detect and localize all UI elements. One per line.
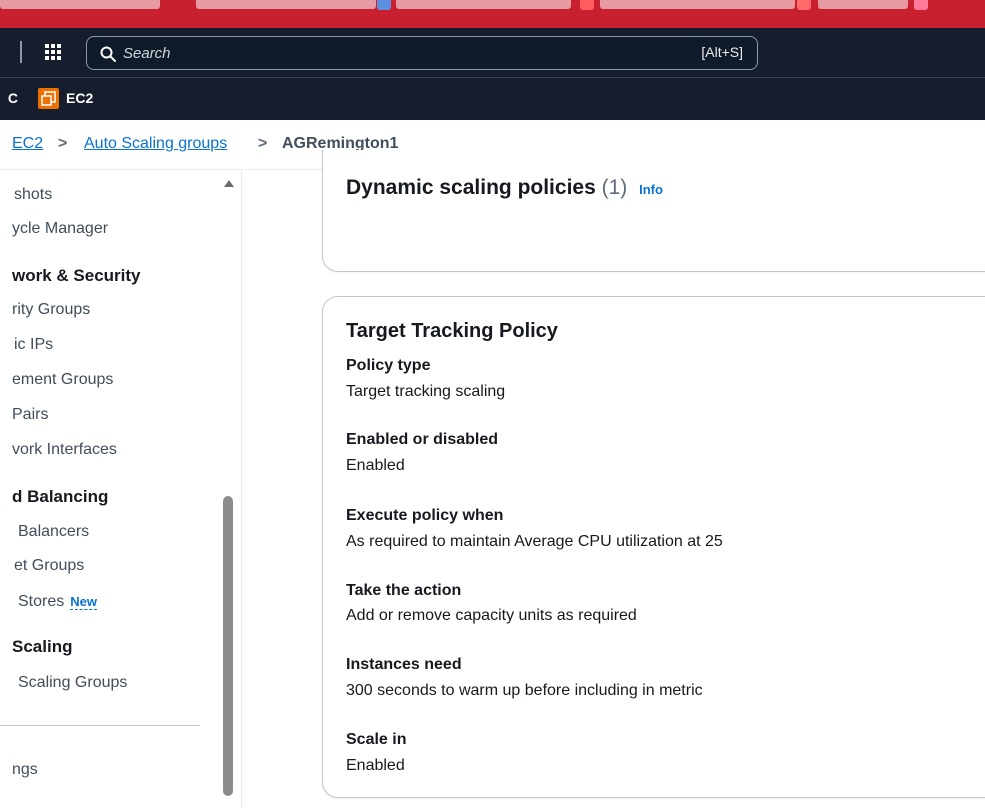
service-favorites-bar: C EC2 xyxy=(0,78,985,120)
field-label-scale-in: Scale in xyxy=(346,731,407,748)
sidebar-item-network-interfaces[interactable]: vork Interfaces xyxy=(12,441,117,459)
sidebar-item-target-groups[interactable]: et Groups xyxy=(14,557,84,575)
browser-tab[interactable] xyxy=(0,0,160,9)
field-value-instances-need: 300 seconds to warm up before including … xyxy=(346,682,703,699)
field-value-execute-policy-when: As required to maintain Average CPU util… xyxy=(346,533,723,550)
sidebar-item-settings[interactable]: ngs xyxy=(12,761,38,779)
apps-grid-icon[interactable] xyxy=(44,43,62,61)
sidebar-item-label[interactable]: Stores xyxy=(18,593,64,610)
policy-card-title: Target Tracking Policy xyxy=(346,320,558,342)
sidebar-item-security-groups[interactable]: rity Groups xyxy=(12,301,90,319)
sidebar-item-elastic-ips[interactable]: ic IPs xyxy=(14,336,53,354)
breadcrumb-separator: > xyxy=(58,135,68,152)
sidebar-divider xyxy=(0,725,200,726)
dynamic-scaling-policies-panel xyxy=(322,150,985,272)
ec2-icon[interactable] xyxy=(38,88,59,109)
sidebar-item-trust-stores[interactable]: Stores New xyxy=(18,593,97,611)
browser-tab-favicon xyxy=(377,0,391,10)
side-navigation: shots ycle Manager work & Security rity … xyxy=(0,170,242,808)
field-label-take-the-action: Take the action xyxy=(346,582,462,599)
browser-tab[interactable] xyxy=(600,0,795,9)
new-badge[interactable]: New xyxy=(70,594,97,610)
sidebar-item-load-balancers[interactable]: Balancers xyxy=(18,523,89,541)
policy-count: (1) xyxy=(601,176,628,199)
field-label-instances-need: Instances need xyxy=(346,656,462,673)
breadcrumb-auto-scaling-groups[interactable]: Auto Scaling groups xyxy=(84,135,227,153)
favorite-service-label[interactable]: C xyxy=(0,90,18,106)
sidebar-section-auto-scaling[interactable]: Scaling xyxy=(12,637,72,657)
browser-tab[interactable] xyxy=(396,0,571,9)
dynamic-scaling-policies-heading: Dynamic scaling policies (1) Info xyxy=(346,176,663,200)
browser-tab[interactable] xyxy=(818,0,908,9)
sidebar-section-network-security[interactable]: work & Security xyxy=(12,266,141,286)
search-input[interactable] xyxy=(123,37,623,69)
field-value-enabled: Enabled xyxy=(346,457,405,474)
console-top-bar: [Alt+S] xyxy=(0,28,985,78)
field-label-policy-type: Policy type xyxy=(346,357,431,374)
ec2-service-link[interactable]: EC2 xyxy=(66,90,93,106)
search-icon xyxy=(100,46,116,62)
field-label-enabled: Enabled or disabled xyxy=(346,431,499,448)
sidebar-scrollbar[interactable] xyxy=(220,170,236,808)
divider xyxy=(20,41,22,63)
section-title: Dynamic scaling policies xyxy=(346,176,596,199)
search-box[interactable]: [Alt+S] xyxy=(86,36,758,70)
field-label-execute-policy-when: Execute policy when xyxy=(346,507,504,524)
field-value-take-the-action: Add or remove capacity units as required xyxy=(346,607,637,624)
sidebar-section-load-balancing[interactable]: d Balancing xyxy=(12,487,108,507)
browser-tab-favicon xyxy=(797,0,811,10)
browser-tab-favicon xyxy=(580,0,594,10)
browser-tab-favicon xyxy=(914,0,928,10)
sidebar-item-lifecycle-manager[interactable]: ycle Manager xyxy=(12,220,108,238)
browser-tab[interactable] xyxy=(196,0,376,9)
scrollbar-thumb[interactable] xyxy=(223,496,233,796)
sidebar-item-snapshots[interactable]: shots xyxy=(14,186,52,204)
sidebar-item-auto-scaling-groups[interactable]: Scaling Groups xyxy=(18,674,127,692)
breadcrumb-separator: > xyxy=(258,135,268,152)
browser-tab-strip xyxy=(0,0,985,28)
info-link[interactable]: Info xyxy=(639,182,663,197)
scroll-up-arrow-icon[interactable] xyxy=(224,180,234,187)
breadcrumb-ec2[interactable]: EC2 xyxy=(12,135,43,153)
field-value-scale-in: Enabled xyxy=(346,757,405,774)
sidebar-item-key-pairs[interactable]: Pairs xyxy=(12,406,48,424)
field-value-policy-type: Target tracking scaling xyxy=(346,383,506,400)
search-shortcut-hint: [Alt+S] xyxy=(701,44,743,60)
sidebar-item-placement-groups[interactable]: ement Groups xyxy=(12,371,113,389)
